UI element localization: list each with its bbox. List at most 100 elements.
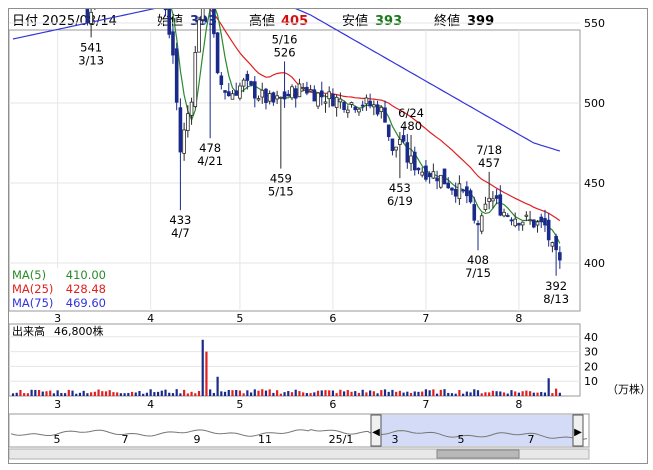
candle-body (282, 91, 287, 100)
candle-body (215, 32, 220, 74)
volume-bar (231, 390, 234, 396)
volume-bar (491, 390, 494, 396)
annotation-date: 8/13 (543, 292, 569, 306)
candle-body (252, 81, 257, 99)
annotation-date: 6/24 (398, 106, 424, 120)
volume-bar (536, 392, 539, 396)
svg-text:▶: ▶ (574, 427, 582, 438)
volume-bar (11, 393, 15, 396)
candle-body (85, 9, 90, 23)
stock-chart-frame: 日付 2025/08/14 始値 393 高値 405 安値 393 終値 39… (8, 8, 648, 464)
volume-bar (49, 390, 52, 396)
annotation-value: 392 (545, 279, 567, 293)
price-x-axis: 3 4 5 6 7 8 (54, 312, 522, 325)
candle-body (223, 90, 227, 93)
candle-body (275, 95, 279, 100)
candle-body (453, 188, 458, 197)
volume-bar (45, 391, 48, 396)
candle-body (297, 83, 302, 98)
candle-body (301, 87, 305, 89)
candle-body (468, 190, 473, 203)
volume-bar (324, 390, 327, 396)
candle-body (465, 186, 469, 197)
annotation-value: 453 (389, 181, 411, 195)
candle-body (238, 85, 242, 99)
candle-body (338, 98, 343, 103)
volume-bar (406, 391, 409, 396)
volume-bar (26, 393, 29, 396)
volume-bar (290, 392, 294, 396)
horizontal-scrollbar[interactable] (9, 448, 590, 460)
volume-bar (558, 392, 561, 396)
candle-body (349, 102, 354, 105)
range-navigator[interactable]: 5 7 9 11 25/1 3 5 7 ◀ ▶ (9, 413, 590, 448)
x-tick-label: 7 (422, 398, 429, 411)
volume-tick-label: 10 (584, 375, 598, 388)
volume-bar (268, 389, 271, 396)
volume-bar (201, 339, 204, 396)
volume-bar (67, 389, 70, 396)
stock-chart-svg: 日付 2025/08/14 始値 393 高値 405 安値 393 終値 39… (9, 9, 647, 460)
candle-body (394, 146, 398, 151)
candle-body (186, 113, 190, 132)
volume-bar (82, 390, 85, 396)
candle-body (435, 177, 439, 182)
candle-body (509, 219, 514, 222)
candle-body (405, 142, 410, 163)
annotation-value: 480 (400, 119, 422, 133)
high-label: 高値 (249, 13, 275, 29)
x-tick-label: 4 (147, 312, 154, 325)
candle-body (532, 219, 536, 228)
volume-value: 46,800株 (54, 324, 104, 338)
volume-bar (499, 391, 502, 396)
volume-bar (179, 393, 182, 396)
candle-body (163, 9, 168, 11)
price-tick-label: 400 (584, 257, 605, 270)
scrollbar-thumb[interactable] (436, 449, 520, 459)
candle-body (479, 215, 484, 232)
navigator-right-handle[interactable]: ▶ (572, 414, 584, 447)
high-value: 405 (281, 14, 308, 29)
volume-bar (328, 390, 331, 396)
navigator-selection[interactable] (377, 415, 579, 446)
navigator-left-handle[interactable]: ◀ (370, 414, 382, 447)
price-tick-label: 450 (584, 177, 605, 190)
volume-bar (190, 391, 193, 396)
volume-bar (116, 392, 119, 396)
volume-x-axis: 3 4 5 6 7 8 (54, 398, 522, 411)
volume-unit: （万株） (607, 382, 647, 396)
candle-body (528, 219, 532, 222)
candle-body (543, 218, 547, 226)
candle-body (398, 138, 402, 145)
candle-body (427, 173, 432, 178)
candle-body (424, 165, 428, 180)
candle-body (524, 214, 529, 217)
candle-body (230, 93, 235, 100)
candle-body (293, 88, 298, 99)
volume-bar (462, 393, 465, 396)
candle-body (171, 31, 175, 56)
candle-body (513, 218, 517, 227)
volume-bar (175, 389, 178, 396)
candle-body (245, 73, 250, 81)
annotation-date: 7/15 (465, 266, 491, 280)
candle-body (546, 219, 551, 241)
volume-bar (238, 390, 242, 396)
annotation-date: 3/13 (78, 53, 104, 67)
candle-body (379, 106, 384, 113)
candle-body (535, 221, 540, 226)
volume-bar (417, 391, 420, 396)
annotation-date: 6/19 (387, 194, 413, 208)
candle-body (357, 108, 361, 113)
candle-body (498, 194, 503, 216)
candle-body (364, 97, 369, 105)
annotation-value: 457 (478, 156, 500, 170)
candle-body (327, 91, 331, 100)
volume-bar (283, 392, 286, 396)
volume-bar (142, 393, 145, 396)
candle-body (494, 195, 499, 199)
candle-body (476, 223, 480, 226)
volume-bar (488, 392, 491, 396)
annotation-value: 478 (199, 141, 221, 155)
candle-body (450, 187, 454, 191)
